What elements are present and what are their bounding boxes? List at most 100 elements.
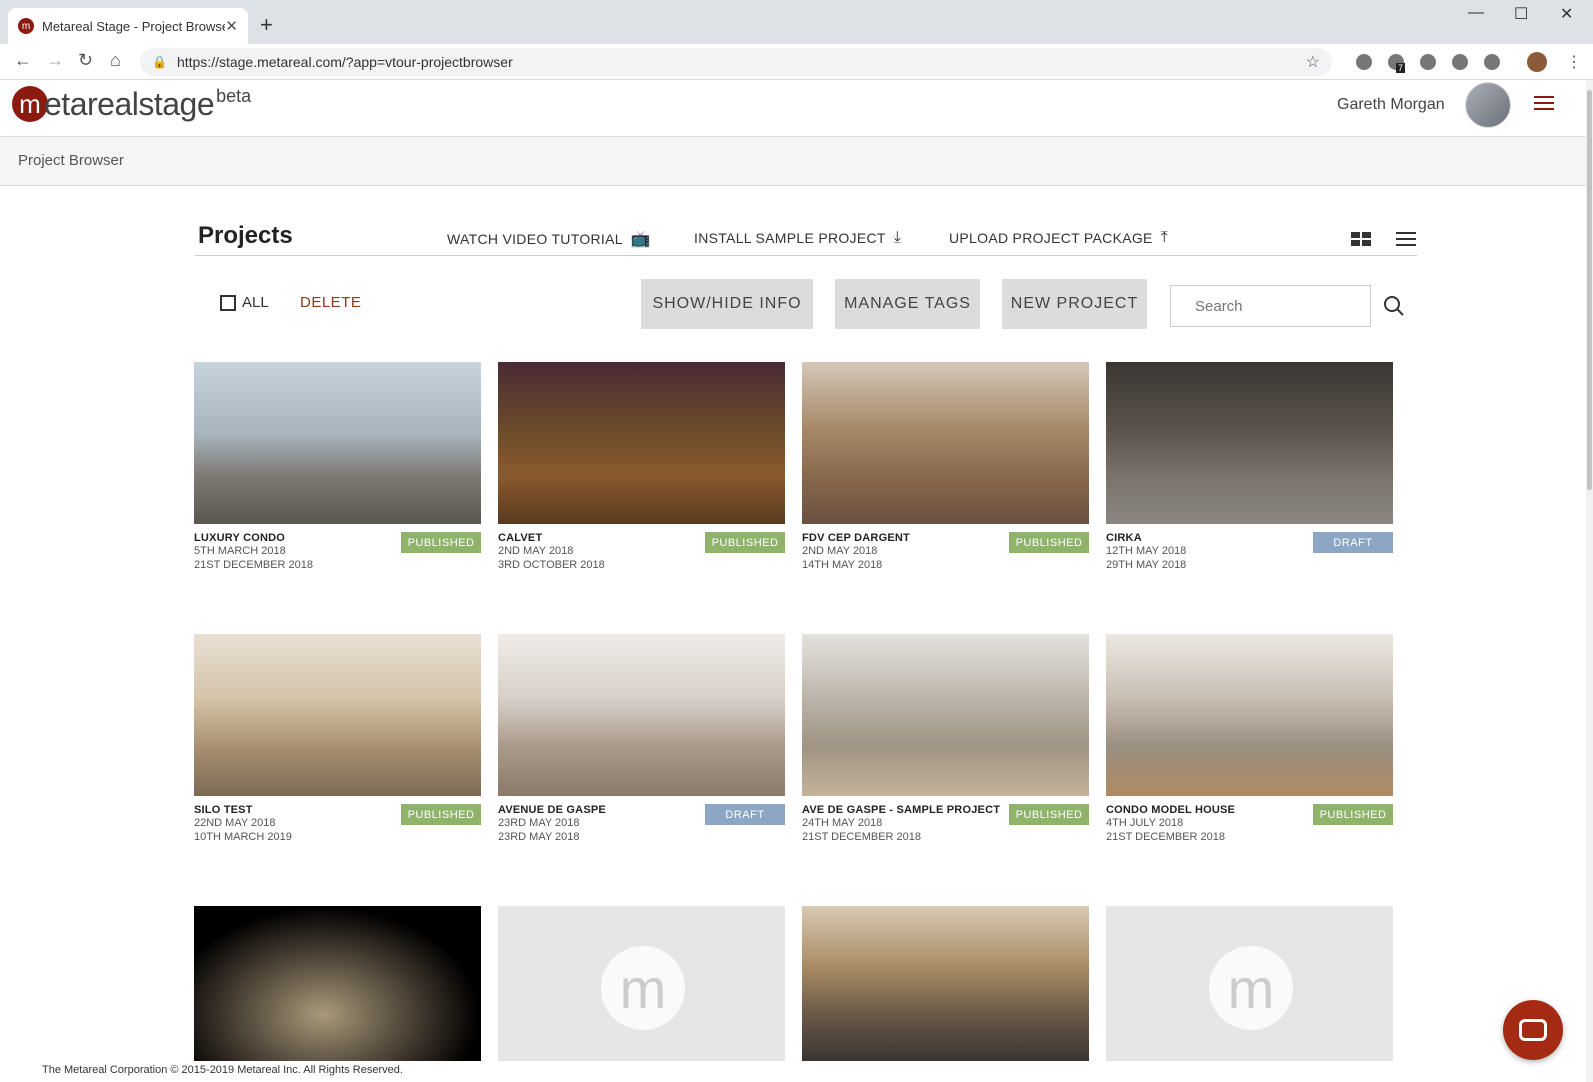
project-modified-date: 21ST DECEMBER 2018 xyxy=(194,559,314,571)
checkbox[interactable] xyxy=(220,294,236,311)
project-card[interactable] xyxy=(802,906,1089,1061)
project-thumbnail[interactable]: m xyxy=(498,906,785,1061)
logo-mark-icon: m xyxy=(12,86,48,122)
status-badge: PUBLISHED xyxy=(1009,532,1089,553)
select-all-checkbox[interactable]: ALL xyxy=(220,294,269,311)
tab-title: Metareal Stage - Project Browser xyxy=(42,18,226,34)
chat-widget-button[interactable] xyxy=(1503,1000,1563,1060)
list-view-icon[interactable] xyxy=(1396,232,1416,250)
home-icon[interactable]: ⌂ xyxy=(110,50,121,71)
project-thumbnail[interactable] xyxy=(194,634,481,796)
user-name[interactable]: Gareth Morgan xyxy=(1337,96,1445,114)
forward-icon[interactable]: → xyxy=(46,50,64,71)
project-thumbnail[interactable] xyxy=(1106,634,1393,796)
project-card[interactable] xyxy=(194,906,481,1061)
delete-button[interactable]: DELETE xyxy=(300,294,361,311)
project-card[interactable]: SILO TEST 22ND MAY 2018 10TH MARCH 2019 … xyxy=(194,634,481,844)
metareal-placeholder-icon: m xyxy=(601,946,685,1030)
search-icon[interactable] xyxy=(1384,296,1404,316)
download-extension-icon[interactable] xyxy=(1420,54,1436,70)
download-icon: ⤓ xyxy=(893,229,902,246)
logo-beta: beta xyxy=(216,86,252,106)
grid-view-icon[interactable] xyxy=(1351,232,1371,246)
bookmark-star-icon[interactable]: ☆ xyxy=(1306,52,1320,72)
manage-tags-button[interactable]: MANAGE TAGS xyxy=(835,279,980,329)
project-modified-date: 21ST DECEMBER 2018 xyxy=(802,831,922,843)
close-window-icon[interactable]: ✕ xyxy=(1560,4,1573,24)
address-bar: ← → ↻ ⌂ 🔒 https://stage.metareal.com/?ap… xyxy=(0,44,1593,80)
maximize-icon[interactable]: ☐ xyxy=(1514,4,1528,24)
project-thumbnail[interactable] xyxy=(194,362,481,524)
back-icon[interactable]: ← xyxy=(14,50,32,71)
project-card[interactable]: AVENUE DE GASPE 23RD MAY 2018 23RD MAY 2… xyxy=(498,634,785,844)
search-input[interactable] xyxy=(1170,285,1371,327)
project-modified-date: 23RD MAY 2018 xyxy=(498,831,580,843)
metareal-placeholder-icon: m xyxy=(1209,946,1293,1030)
project-card[interactable]: CIRKA 12TH MAY 2018 29TH MAY 2018 DRAFT xyxy=(1106,362,1393,572)
browser-menu-icon[interactable]: ⋮ xyxy=(1566,52,1582,72)
watch-tutorial-label: WATCH VIDEO TUTORIAL xyxy=(447,231,623,247)
project-modified-date: 3RD OCTOBER 2018 xyxy=(498,559,605,571)
project-thumbnail[interactable] xyxy=(802,362,1089,524)
logo-text: etarealstage xyxy=(44,86,215,122)
new-project-button[interactable]: NEW PROJECT xyxy=(1002,279,1147,329)
scrollbar-thumb[interactable] xyxy=(1587,90,1592,490)
project-card[interactable]: CALVET 2ND MAY 2018 3RD OCTOBER 2018 PUB… xyxy=(498,362,785,572)
project-thumbnail[interactable] xyxy=(802,634,1089,796)
minimize-icon[interactable]: — xyxy=(1468,4,1484,22)
project-card[interactable]: m xyxy=(498,906,785,1061)
project-card[interactable]: FDV CEP DARGENT 2ND MAY 2018 14TH MAY 20… xyxy=(802,362,1089,572)
project-thumbnail[interactable]: m xyxy=(1106,906,1393,1061)
project-card[interactable]: CONDO MODEL HOUSE 4TH JULY 2018 21ST DEC… xyxy=(1106,634,1393,844)
status-badge: DRAFT xyxy=(1313,532,1393,553)
status-badge: PUBLISHED xyxy=(1009,804,1089,825)
browser-tab-bar: m Metareal Stage - Project Browser ✕ + —… xyxy=(0,0,1593,44)
watch-tutorial-link[interactable]: WATCH VIDEO TUTORIAL 📺 xyxy=(447,229,651,249)
extension-icon[interactable] xyxy=(1484,54,1500,70)
project-card[interactable]: AVE DE GASPE - SAMPLE PROJECT 24TH MAY 2… xyxy=(802,634,1089,844)
project-modified-date: 29TH MAY 2018 xyxy=(1106,559,1187,571)
project-thumbnail[interactable] xyxy=(1106,362,1393,524)
url-field[interactable]: 🔒 https://stage.metareal.com/?app=vtour-… xyxy=(140,48,1332,76)
breadcrumb[interactable]: Project Browser xyxy=(18,152,124,169)
breadcrumb-bar: Project Browser xyxy=(0,136,1586,186)
show-hide-info-button[interactable]: SHOW/HIDE INFO xyxy=(641,279,813,329)
status-badge: PUBLISHED xyxy=(401,804,481,825)
install-sample-label: INSTALL SAMPLE PROJECT xyxy=(694,230,886,246)
user-avatar[interactable] xyxy=(1465,82,1511,128)
project-thumbnail[interactable] xyxy=(802,906,1089,1061)
extension-badge: 7 xyxy=(1396,63,1406,73)
project-thumbnail[interactable] xyxy=(498,362,785,524)
status-badge: PUBLISHED xyxy=(401,532,481,553)
project-card[interactable]: LUXURY CONDO 5TH MARCH 2018 21ST DECEMBE… xyxy=(194,362,481,572)
reload-icon[interactable]: ↻ xyxy=(78,50,93,71)
extension-icon[interactable] xyxy=(1356,54,1372,70)
install-sample-link[interactable]: INSTALL SAMPLE PROJECT ⤓ xyxy=(694,229,901,247)
footer: The Metareal Corporation © 2015-2019 Met… xyxy=(0,1061,1586,1082)
new-tab-icon[interactable]: + xyxy=(260,12,273,38)
status-badge: PUBLISHED xyxy=(705,532,785,553)
close-tab-icon[interactable]: ✕ xyxy=(225,17,238,35)
status-badge: PUBLISHED xyxy=(1313,804,1393,825)
page-scrollbar[interactable] xyxy=(1586,80,1593,1082)
project-modified-date: 10TH MARCH 2019 xyxy=(194,831,292,843)
tv-icon: 📺 xyxy=(630,231,652,248)
project-thumbnail[interactable] xyxy=(498,634,785,796)
copyright-text: The Metareal Corporation © 2015-2019 Met… xyxy=(42,1064,403,1076)
extension-icon[interactable] xyxy=(1452,54,1468,70)
select-all-label: ALL xyxy=(242,294,269,311)
project-modified-date: 21ST DECEMBER 2018 xyxy=(1106,831,1226,843)
divider xyxy=(195,255,1417,256)
upload-icon: ⤒ xyxy=(1160,229,1169,246)
project-card[interactable]: m xyxy=(1106,906,1393,1061)
status-badge: DRAFT xyxy=(705,804,785,825)
hamburger-menu-icon[interactable] xyxy=(1534,96,1554,114)
favicon-icon: m xyxy=(18,18,34,34)
browser-tab[interactable]: m Metareal Stage - Project Browser ✕ xyxy=(8,8,248,44)
url-text: https://stage.metareal.com/?app=vtour-pr… xyxy=(176,54,513,70)
app-header: m etarealstage beta Gareth Morgan xyxy=(0,80,1586,136)
metareal-logo[interactable]: m etarealstage beta xyxy=(12,86,251,122)
upload-package-link[interactable]: UPLOAD PROJECT PACKAGE ⤒ xyxy=(949,229,1168,247)
project-thumbnail[interactable] xyxy=(194,906,481,1061)
profile-avatar[interactable] xyxy=(1527,52,1547,72)
